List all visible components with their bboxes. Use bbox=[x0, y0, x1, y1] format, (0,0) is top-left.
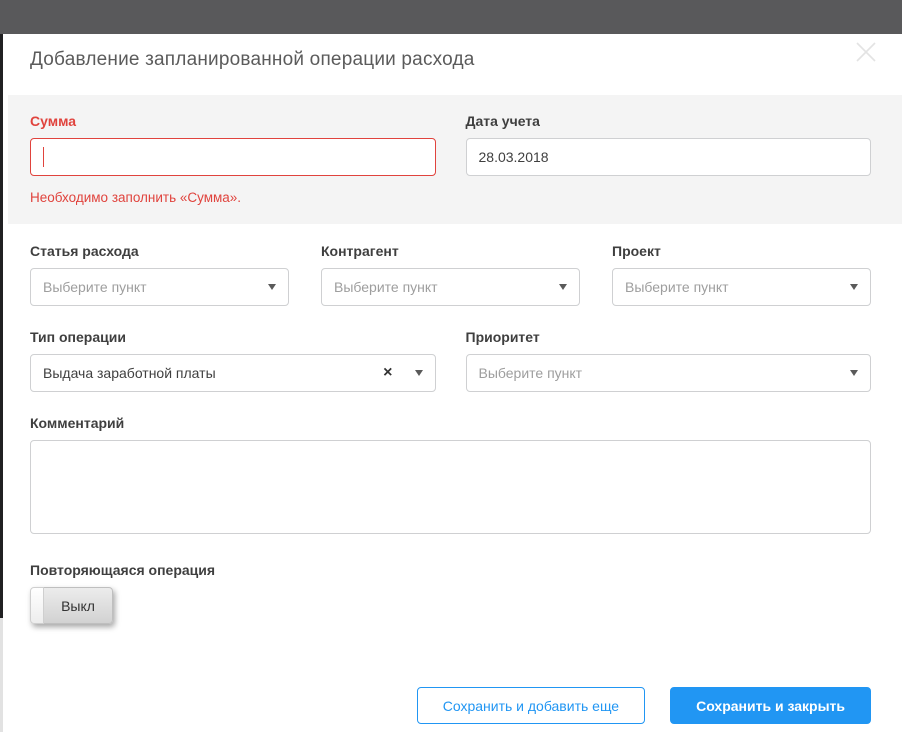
operation-type-select[interactable]: Выдача заработной платы × bbox=[30, 354, 436, 392]
chevron-down-icon bbox=[850, 284, 858, 290]
priority-label: Приоритет bbox=[465, 329, 540, 345]
close-button[interactable] bbox=[851, 38, 881, 68]
category-select[interactable]: Выберите пункт bbox=[30, 268, 289, 306]
amount-label: Сумма bbox=[30, 113, 77, 129]
amount-error-text: Необходимо заполнить «Сумма». bbox=[30, 190, 242, 205]
chevron-down-icon bbox=[268, 284, 276, 290]
priority-placeholder: Выберите пункт bbox=[478, 365, 583, 381]
page-header-bar bbox=[0, 0, 902, 34]
save-and-add-button[interactable]: Сохранить и добавить еще bbox=[416, 687, 646, 724]
comment-textarea[interactable] bbox=[30, 440, 871, 534]
save-and-close-button[interactable]: Сохранить и закрыть bbox=[670, 687, 871, 724]
project-select[interactable]: Выберите пункт bbox=[612, 268, 871, 306]
chevron-down-icon bbox=[559, 284, 567, 290]
modal-footer: Сохранить и добавить еще Сохранить и зак… bbox=[30, 687, 871, 724]
operation-type-label: Тип операции bbox=[30, 329, 126, 345]
close-icon bbox=[854, 40, 878, 67]
category-label: Статья расхода bbox=[30, 243, 139, 259]
date-input[interactable] bbox=[465, 138, 871, 176]
modal-header: Добавление запланированной операции расх… bbox=[3, 34, 902, 95]
modal-title: Добавление запланированной операции расх… bbox=[30, 49, 475, 70]
recurring-label: Повторяющаяся операция bbox=[30, 562, 216, 578]
validation-panel: Сумма Необходимо заполнить «Сумма». Дата… bbox=[8, 95, 902, 224]
category-placeholder: Выберите пункт bbox=[43, 279, 147, 295]
project-label: Проект bbox=[612, 243, 661, 259]
date-label: Дата учета bbox=[465, 113, 540, 129]
priority-select[interactable]: Выберите пункт bbox=[465, 354, 871, 392]
counterparty-label: Контрагент bbox=[321, 243, 399, 259]
toggle-handle-icon bbox=[30, 587, 44, 624]
project-placeholder: Выберите пункт bbox=[625, 279, 729, 295]
counterparty-placeholder: Выберите пункт bbox=[334, 279, 438, 295]
operation-type-value: Выдача заработной платы bbox=[43, 365, 216, 381]
clear-icon[interactable]: × bbox=[383, 365, 392, 381]
amount-input[interactable] bbox=[30, 138, 436, 176]
chevron-down-icon bbox=[414, 370, 423, 376]
form-area: Статья расхода Выберите пункт Контрагент… bbox=[3, 243, 902, 724]
recurring-toggle[interactable]: Выкл bbox=[30, 587, 113, 624]
toggle-state-label: Выкл bbox=[44, 587, 113, 624]
text-cursor bbox=[43, 147, 44, 167]
comment-label: Комментарий bbox=[30, 415, 125, 431]
counterparty-select[interactable]: Выберите пункт bbox=[321, 268, 580, 306]
chevron-down-icon bbox=[850, 370, 858, 376]
modal-add-planned-expense: Добавление запланированной операции расх… bbox=[3, 34, 902, 732]
